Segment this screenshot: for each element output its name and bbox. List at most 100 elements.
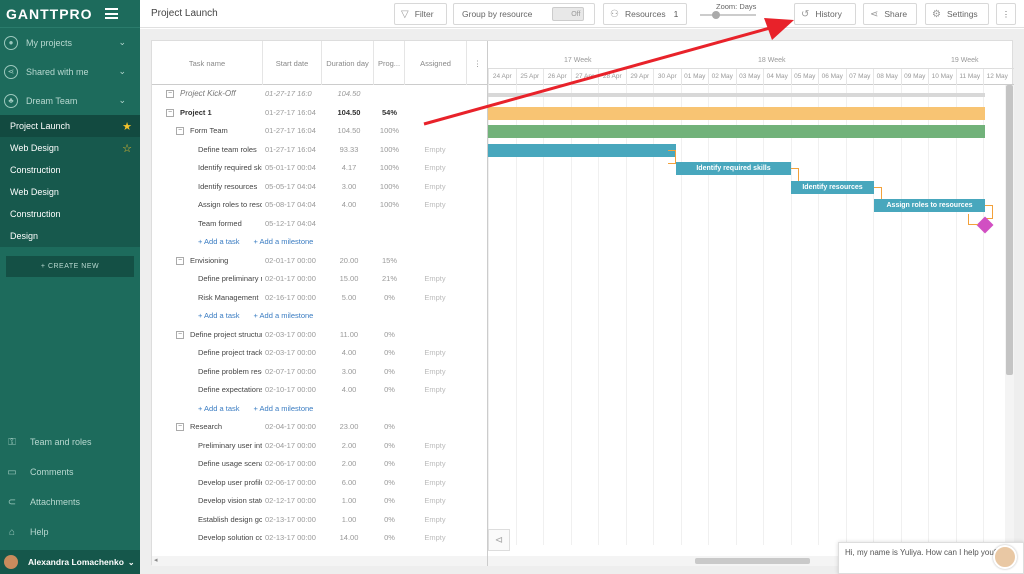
assigned-cell[interactable] — [405, 104, 465, 123]
project-item-web-design-2[interactable]: Web Design — [0, 181, 140, 203]
grid-horizontal-scrollbar[interactable]: ◂ — [152, 556, 487, 566]
col-assigned[interactable]: Assigned — [405, 41, 467, 85]
table-row[interactable]: − Project 1 01-27-17 16:04 104.50 54% — [152, 104, 487, 123]
start-date-cell[interactable]: 02-10-17 00:00 — [265, 381, 321, 400]
start-date-cell[interactable]: 05-08-17 04:04 — [265, 196, 321, 215]
scroll-left-icon[interactable]: ◂ — [154, 556, 158, 564]
gantt-bar[interactable]: Identify required skills — [676, 162, 791, 175]
project-item-construction[interactable]: Construction — [0, 159, 140, 181]
collapse-grid-icon[interactable]: ⊲ — [488, 529, 510, 551]
start-date-cell[interactable]: 02-06-17 00:00 — [265, 474, 321, 493]
hamburger-icon[interactable] — [104, 8, 118, 19]
add-milestone-link[interactable]: + Add a milestone — [254, 404, 314, 413]
table-row[interactable]: − Project Kick-Off 01-27-17 16:0 104.50 — [152, 85, 487, 104]
kickoff-summary-bar[interactable] — [488, 93, 985, 97]
table-row[interactable]: Team formed 05-12-17 04:04 — [152, 215, 487, 234]
table-row[interactable]: Establish design goals02-13-17 00:001.00… — [152, 511, 487, 530]
start-date-cell[interactable]: 02-01-17 00:00 — [265, 270, 321, 289]
progress-cell[interactable]: 21% — [374, 270, 405, 289]
table-row[interactable]: Identify resources 05-05-17 04:04 3.00 100%… — [152, 178, 487, 197]
table-row[interactable]: Define usage scenarios02-06-17 00:002.00… — [152, 455, 487, 474]
assigned-cell[interactable]: Empty — [405, 363, 465, 382]
table-row[interactable]: Risk Management 02-16-17 00:00 5.00 0% Empty — [152, 289, 487, 308]
duration-cell[interactable]: 104.50 — [324, 122, 374, 141]
assigned-cell[interactable] — [405, 85, 465, 104]
start-date-cell[interactable]: 02-13-17 00:00 — [265, 511, 321, 530]
task-name-cell[interactable]: Define expectations — [198, 381, 262, 400]
filter-button[interactable]: ▽ Filter — [394, 3, 447, 25]
nav-team-and-roles[interactable]: ⚿ Team and roles — [0, 427, 140, 457]
assigned-cell[interactable]: Empty — [405, 270, 465, 289]
add-links-row[interactable]: + Add a task + Add a milestone — [152, 307, 487, 326]
progress-cell[interactable]: 0% — [374, 363, 405, 382]
start-date-cell[interactable]: 02-13-17 00:00 — [265, 529, 321, 548]
add-task-link[interactable]: + Add a task — [198, 404, 240, 413]
table-row[interactable]: − Define project structure 02-03-17 00:00 1… — [152, 326, 487, 345]
duration-cell[interactable]: 6.00 — [324, 474, 374, 493]
duration-cell[interactable]: 4.17 — [324, 159, 374, 178]
app-logo[interactable]: GANTTPRO — [6, 6, 93, 22]
task-name-cell[interactable]: − Project 1 — [166, 104, 262, 123]
start-date-cell[interactable]: 01-27-17 16:04 — [265, 122, 321, 141]
task-name-cell[interactable]: Assign roles to resources — [198, 196, 262, 215]
assigned-cell[interactable] — [405, 326, 465, 345]
duration-cell[interactable]: 23.00 — [324, 418, 374, 437]
table-row[interactable]: − Form Team 01-27-17 16:04 104.50 100% — [152, 122, 487, 141]
start-date-cell[interactable]: 05-01-17 00:04 — [265, 159, 321, 178]
duration-cell[interactable]: 4.00 — [324, 381, 374, 400]
project-item-web-design[interactable]: Web Design ☆ — [0, 137, 140, 159]
col-task-name[interactable]: Task name — [152, 41, 263, 85]
nav-help[interactable]: ⌂ Help — [0, 517, 140, 547]
nav-my-projects[interactable]: ● My projects ⌄ — [0, 28, 140, 57]
progress-cell[interactable]: 100% — [374, 196, 405, 215]
start-date-cell[interactable]: 02-06-17 00:00 — [265, 455, 321, 474]
duration-cell[interactable]: 15.00 — [324, 270, 374, 289]
assigned-cell[interactable] — [405, 252, 465, 271]
nav-shared-with-me[interactable]: ⋖ Shared with me ⌄ — [0, 57, 140, 86]
duration-cell[interactable]: 20.00 — [324, 252, 374, 271]
duration-cell[interactable]: 1.00 — [324, 492, 374, 511]
progress-cell[interactable]: 0% — [374, 511, 405, 530]
duration-cell[interactable]: 4.00 — [324, 196, 374, 215]
task-name-cell[interactable]: Preliminary user interviews — [198, 437, 262, 456]
assigned-cell[interactable]: Empty — [405, 344, 465, 363]
project-item-construction-2[interactable]: Construction — [0, 203, 140, 225]
duration-cell[interactable] — [324, 215, 374, 234]
progress-cell[interactable] — [374, 85, 405, 104]
progress-cell[interactable]: 0% — [374, 326, 405, 345]
duration-cell[interactable]: 2.00 — [324, 437, 374, 456]
start-date-cell[interactable]: 02-04-17 00:00 — [265, 437, 321, 456]
assigned-cell[interactable]: Empty — [405, 381, 465, 400]
table-row[interactable]: Define team roles 01-27-17 16:04 93.33 100%… — [152, 141, 487, 160]
col-start-date[interactable]: Start date — [263, 41, 322, 85]
task-name-cell[interactable]: Establish design goals — [198, 511, 262, 530]
collapse-toggle-icon[interactable]: − — [166, 90, 174, 99]
assigned-cell[interactable]: Empty — [405, 141, 465, 160]
collapse-toggle-icon[interactable]: − — [166, 108, 174, 117]
duration-cell[interactable]: 4.00 — [324, 344, 374, 363]
progress-cell[interactable]: 100% — [374, 141, 405, 160]
task-name-cell[interactable]: Risk Management — [198, 289, 262, 308]
table-row[interactable]: Identify required skills05-01-17 00:044.… — [152, 159, 487, 178]
start-date-cell[interactable]: 01-27-17 16:04 — [265, 141, 321, 160]
assigned-cell[interactable]: Empty — [405, 196, 465, 215]
task-name-cell[interactable]: Develop user profiles — [198, 474, 262, 493]
resources-button[interactable]: ⚇ Resources 1 — [603, 3, 687, 25]
table-row[interactable]: Develop solution concepts02-13-17 00:001… — [152, 529, 487, 548]
assigned-cell[interactable]: Empty — [405, 474, 465, 493]
create-new-button[interactable]: + CREATE NEW — [6, 256, 134, 277]
table-row[interactable]: Define preliminary resources02-01-17 00:… — [152, 270, 487, 289]
duration-cell[interactable]: 104.50 — [324, 104, 374, 123]
task-name-cell[interactable]: Define project tracking — [198, 344, 262, 363]
duration-cell[interactable]: 2.00 — [324, 455, 374, 474]
start-date-cell[interactable]: 02-03-17 00:00 — [265, 344, 321, 363]
vertical-scrollbar[interactable] — [1005, 85, 1014, 555]
progress-cell[interactable]: 0% — [374, 381, 405, 400]
collapse-toggle-icon[interactable]: − — [176, 127, 184, 136]
task-name-cell[interactable]: Identify required skills — [198, 159, 262, 178]
gantt-bar[interactable]: Identify resources — [791, 180, 874, 194]
progress-cell[interactable] — [374, 215, 405, 234]
project-item-design[interactable]: Design — [0, 225, 140, 247]
share-button[interactable]: ⋖ Share — [863, 3, 917, 25]
table-row[interactable]: Develop vision statement02-12-17 00:001.… — [152, 492, 487, 511]
